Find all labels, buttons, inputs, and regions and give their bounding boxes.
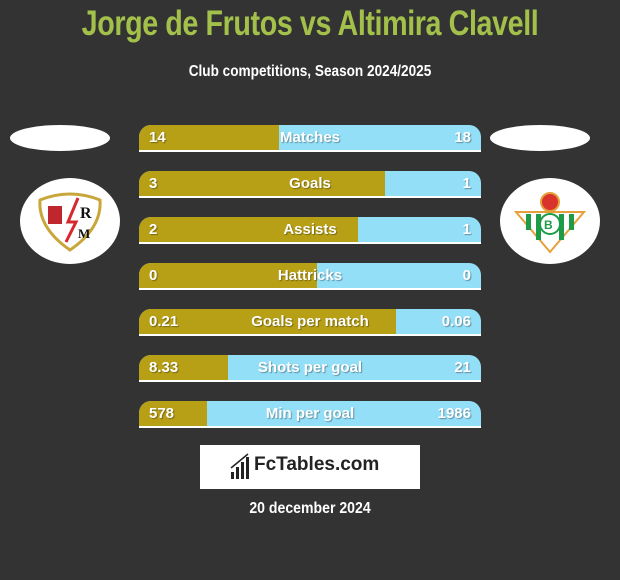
stat-label: Hattricks — [277, 267, 343, 284]
stat-row-matches: 14 Matches 18 — [139, 125, 481, 152]
svg-text:R: R — [80, 205, 92, 222]
stat-row-hattricks: 0 Hattricks 0 — [139, 263, 481, 290]
right-value: 0.06 — [441, 313, 471, 330]
page-subtitle: Club competitions, Season 2024/2025 — [188, 63, 432, 80]
right-value: 1 — [462, 221, 471, 238]
svg-text:B: B — [544, 218, 553, 232]
fctables-logo[interactable]: FcTables.com — [200, 445, 420, 489]
stat-row-min-per-goal: 578 Min per goal 1986 — [139, 401, 481, 428]
right-value: 18 — [454, 129, 471, 146]
stat-row-shots-per-goal: 8.33 Shots per goal 21 — [139, 355, 481, 382]
stat-label: Assists — [283, 221, 337, 238]
stat-label: Shots per goal — [257, 359, 363, 376]
real-betis-crest-icon: B — [500, 178, 600, 264]
stat-label: Goals — [289, 175, 331, 192]
stat-label: Goals per match — [251, 313, 369, 330]
right-player-placeholder — [490, 125, 590, 151]
right-value: 0 — [462, 267, 471, 284]
report-date: 20 december 2024 — [249, 500, 371, 517]
stat-label: Min per goal — [265, 405, 355, 422]
left-player-placeholder — [10, 125, 110, 151]
bar-chart-icon — [230, 453, 249, 479]
stat-row-goals: 3 Goals 1 — [139, 171, 481, 198]
right-value: 1 — [462, 175, 471, 192]
rayo-vallecano-crest-icon: R M — [20, 178, 120, 264]
right-value: 21 — [454, 359, 471, 376]
stat-row-assists: 2 Assists 1 — [139, 217, 481, 244]
svg-text:M: M — [78, 226, 90, 241]
brand-name: FcTables.com — [254, 454, 380, 475]
stat-row-goals-per-match: 0.21 Goals per match 0.06 — [139, 309, 481, 336]
stat-label: Matches — [279, 129, 341, 146]
right-value: 1986 — [437, 405, 471, 422]
page-title: Jorge de Frutos vs Altimira Clavell — [81, 4, 539, 43]
